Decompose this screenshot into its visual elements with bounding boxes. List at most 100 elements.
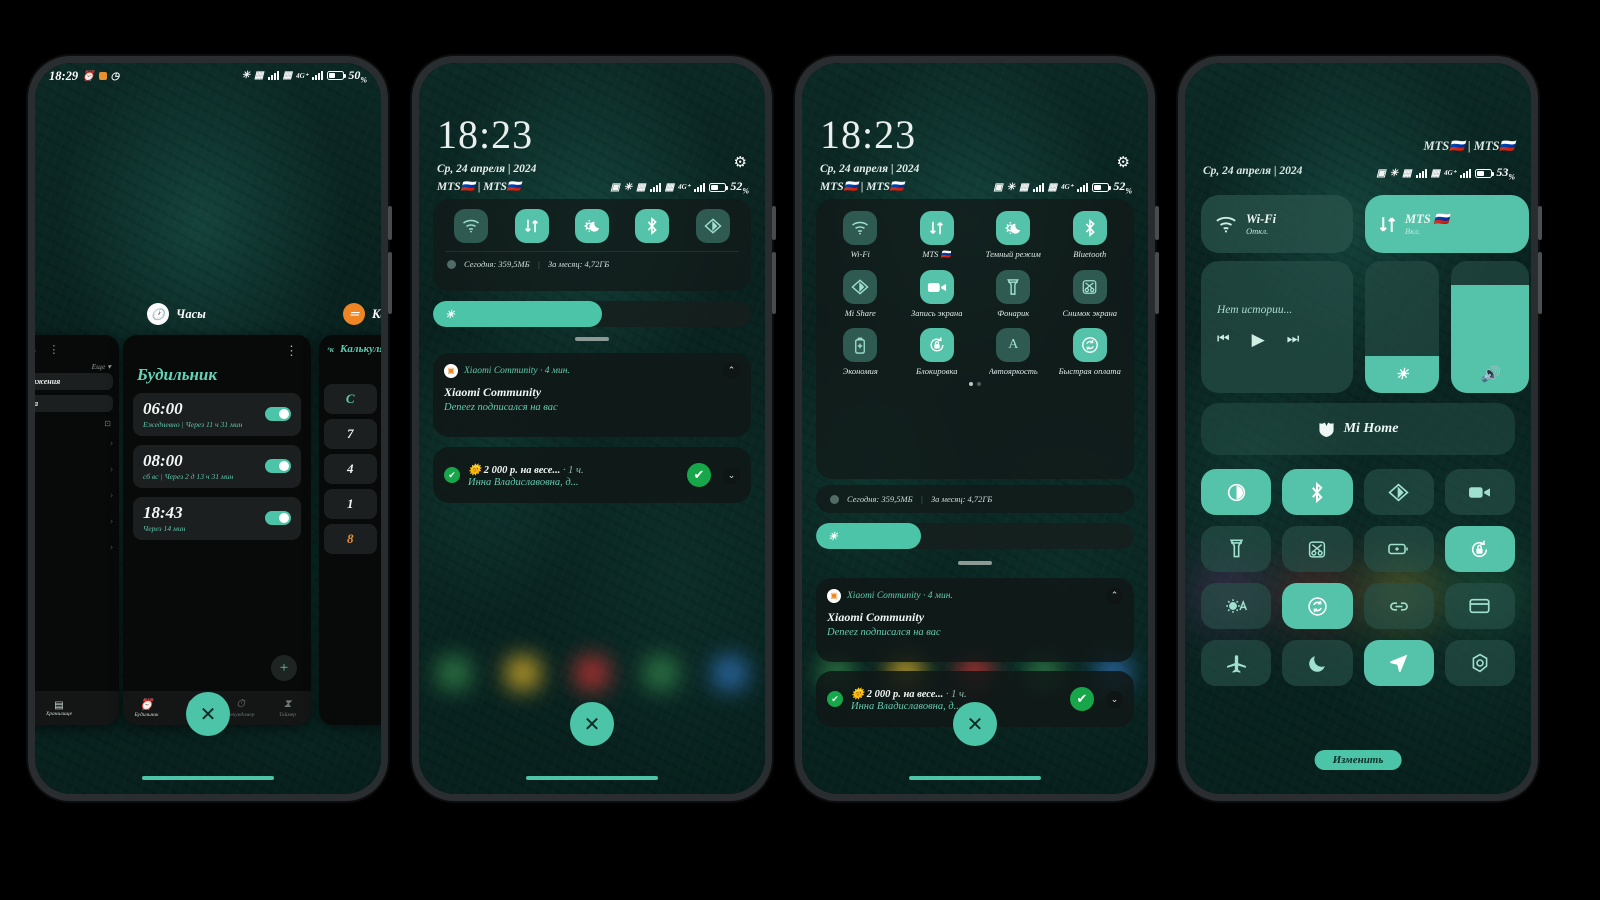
- quick-tile-quick-pay[interactable]: Быстрая оплата: [1052, 328, 1129, 376]
- quick-tile-label: Wi-Fi: [850, 249, 870, 259]
- dark-mode-tile[interactable]: [574, 209, 609, 243]
- screenshot-tile[interactable]: [1282, 526, 1353, 572]
- mi-share-tile[interactable]: [695, 209, 730, 243]
- cc-media-player[interactable]: Нет истории... ⏮ ▶ ⏭: [1201, 261, 1353, 393]
- play-icon[interactable]: ▶: [1252, 330, 1265, 350]
- next-icon[interactable]: ⏭: [1287, 332, 1300, 348]
- files-chip-music[interactable]: Музыка: [35, 395, 113, 412]
- location-tile[interactable]: [1363, 640, 1434, 686]
- close-all-recents-button[interactable]: ✕: [186, 692, 230, 736]
- list-item[interactable]: а›: [35, 456, 119, 482]
- notification-xiaomi-community[interactable]: ▣ Xiaomi Community · 4 мин. ⌃ Xiaomi Com…: [816, 578, 1134, 662]
- close-shade-button[interactable]: ✕: [953, 702, 997, 746]
- rotation-lock-tile[interactable]: [1444, 526, 1515, 572]
- list-item[interactable]: ков›: [35, 430, 119, 456]
- quick-tile-wifi[interactable]: Wi-Fi: [822, 211, 899, 260]
- cast-tile[interactable]: [1363, 583, 1434, 629]
- overflow-menu-icon[interactable]: ⋮: [48, 343, 59, 356]
- files-view-toggle-icon[interactable]: ⊡: [35, 417, 119, 430]
- brightness-slider[interactable]: ☀: [433, 301, 751, 327]
- shade-drag-handle[interactable]: [958, 561, 992, 565]
- list-item[interactable]: а›: [35, 508, 119, 534]
- files-more-button[interactable]: Еще ▾: [35, 356, 119, 373]
- quick-tile-screen-record[interactable]: Запись экрана: [899, 270, 976, 318]
- recents-card-calculator[interactable]: ˣκ Калькулятор = 243,9 C ‹ 7 . 4 . 1 . 8…: [319, 335, 381, 725]
- data-usage-panel[interactable]: Сегодня: 359,5МБ | За месяц: 4,72ГБ: [816, 485, 1134, 513]
- overflow-menu-icon[interactable]: ⋮: [285, 343, 299, 359]
- brightness-slider[interactable]: ☀: [816, 523, 1134, 549]
- list-item[interactable]: ков›: [35, 534, 119, 560]
- quick-tile-auto-brightness[interactable]: A Автояркость: [975, 328, 1052, 376]
- edit-button[interactable]: Изменить: [1314, 750, 1402, 770]
- calc-key[interactable]: 8: [324, 524, 377, 554]
- chevron-up-icon[interactable]: ⌃: [1106, 587, 1123, 604]
- files-bottom-bar[interactable]: ▤ Хранилище: [35, 691, 119, 725]
- camera-tile[interactable]: [1444, 640, 1515, 686]
- files-chip-images[interactable]: Изображения: [35, 373, 113, 390]
- quick-tile-mi-share[interactable]: Mi Share: [822, 270, 899, 318]
- gesture-bar[interactable]: [526, 776, 658, 780]
- wallet-tile[interactable]: [1444, 583, 1515, 629]
- add-alarm-button[interactable]: +: [271, 655, 297, 681]
- prev-icon[interactable]: ⏮: [1217, 332, 1230, 348]
- calc-key[interactable]: 1: [324, 489, 377, 519]
- alarm-toggle[interactable]: [265, 407, 291, 422]
- filter-icon[interactable]: ⇅: [35, 343, 36, 356]
- recents-card-files[interactable]: ⌕ ⇅ ⋮ Еще ▾ Изображения Музыка ⊡ ков› а›…: [35, 335, 119, 725]
- gear-icon[interactable]: ⚙: [1117, 153, 1130, 172]
- recents-app-clock[interactable]: 🕐 Часы: [147, 303, 206, 325]
- list-item[interactable]: ков›: [35, 482, 119, 508]
- recents-app-calculator[interactable]: ＝ Калькулятор: [343, 303, 381, 325]
- dnd-tile[interactable]: [1282, 640, 1353, 686]
- quick-settings-pager[interactable]: [816, 382, 1134, 393]
- bluetooth-tile[interactable]: [1282, 469, 1353, 515]
- battery-saver-tile[interactable]: [1363, 526, 1434, 572]
- recents-card-clock[interactable]: ⋮ Будильник 06:00 Ежедневно | Через 11 ч…: [123, 335, 311, 725]
- calc-key[interactable]: 4: [324, 454, 377, 484]
- data-today-label: Сегодня: 359,5МБ: [464, 259, 530, 269]
- quick-tile-flashlight[interactable]: Фонарик: [975, 270, 1052, 318]
- cc-volume-slider[interactable]: 🔊: [1451, 261, 1529, 393]
- alarm-toggle[interactable]: [265, 459, 291, 474]
- cc-wifi-tile[interactable]: Wi-Fi Откл.: [1201, 195, 1353, 253]
- gesture-bar[interactable]: [909, 776, 1041, 780]
- quick-tile-bluetooth[interactable]: Bluetooth: [1052, 211, 1129, 260]
- tab-timer[interactable]: ⧗ Таймер: [264, 698, 311, 718]
- mobile-data-tile[interactable]: [514, 209, 549, 243]
- chevron-down-icon[interactable]: ⌄: [723, 466, 740, 484]
- airplane-tile[interactable]: [1201, 640, 1272, 686]
- quick-tile-rotation-lock[interactable]: Блокировка: [899, 328, 976, 376]
- quick-tile-screenshot[interactable]: Снимок экрана: [1052, 270, 1129, 318]
- alarm-row[interactable]: 08:00 сб вс | Через 2 д 13 ч 31 мин: [133, 444, 301, 488]
- cc-mi-home-button[interactable]: Mi Home: [1201, 403, 1515, 455]
- alarm-toggle[interactable]: [265, 511, 291, 526]
- quick-tile-dark-mode[interactable]: Темный режим: [975, 211, 1052, 260]
- calc-key[interactable]: 7: [324, 419, 377, 449]
- cc-brightness-slider[interactable]: ☀: [1365, 261, 1439, 393]
- quick-tile-battery-saver[interactable]: Экономия: [822, 328, 899, 376]
- scientific-icon[interactable]: ˣκ: [327, 345, 334, 354]
- chevron-down-icon[interactable]: ⌄: [1106, 690, 1123, 708]
- flashlight-tile[interactable]: [1201, 526, 1272, 572]
- mi-share-tile[interactable]: [1363, 469, 1434, 515]
- tab-alarm[interactable]: ⏰ Будильник: [123, 698, 170, 718]
- bluetooth-tile[interactable]: [635, 209, 670, 243]
- wifi-tile[interactable]: [454, 209, 489, 243]
- close-shade-button[interactable]: ✕: [570, 702, 614, 746]
- notification-sberbank[interactable]: ✔ 🌞 2 000 р. на весе... · 1 ч. Инна Влад…: [433, 447, 751, 503]
- gesture-bar[interactable]: [142, 776, 274, 780]
- chevron-up-icon[interactable]: ⌃: [723, 362, 740, 379]
- dark-mode-tile[interactable]: [1201, 469, 1272, 515]
- alarm-row[interactable]: 06:00 Ежедневно | Через 11 ч 31 мин: [133, 393, 301, 436]
- gear-icon[interactable]: ⚙: [734, 153, 747, 172]
- quick-tile-mobile-data[interactable]: MTS 🇷🇺: [899, 211, 976, 260]
- alarm-row[interactable]: 18:43 Через 14 мин: [133, 496, 301, 540]
- quick-pay-tile[interactable]: [1282, 583, 1353, 629]
- calc-key[interactable]: C: [324, 384, 377, 414]
- data-usage-row[interactable]: Сегодня: 359,5МБ | За месяц: 4,72ГБ: [433, 252, 751, 276]
- cc-mobile-data-tile[interactable]: MTS 🇷🇺 Вкл.: [1365, 195, 1529, 253]
- notification-xiaomi-community[interactable]: ▣ Xiaomi Community · 4 мин. ⌃ Xiaomi Com…: [433, 353, 751, 437]
- shade-drag-handle[interactable]: [575, 337, 609, 341]
- screen-record-tile[interactable]: [1444, 469, 1515, 515]
- auto-brightness-tile[interactable]: [1201, 583, 1272, 629]
